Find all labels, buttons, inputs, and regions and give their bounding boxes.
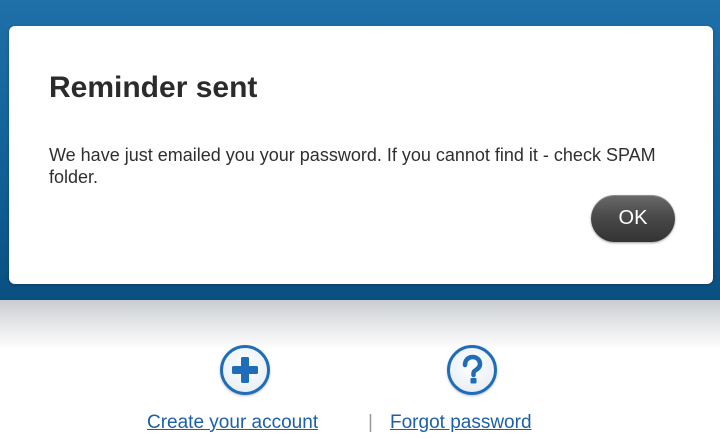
create-account-link[interactable]: Create your account — [147, 412, 318, 434]
link-separator: | — [368, 412, 373, 433]
forgot-password-link[interactable]: Forgot password — [390, 412, 532, 434]
dialog-title: Reminder sent — [49, 71, 258, 104]
plus-circle-icon[interactable] — [220, 345, 270, 395]
dialog-message: We have just emailed you your password. … — [49, 145, 656, 187]
question-circle-icon[interactable] — [447, 345, 497, 395]
page: Reminder sent We have just emailed you y… — [0, 0, 720, 439]
header-shadow — [0, 300, 720, 350]
plus-glyph — [232, 357, 258, 383]
question-glyph — [462, 354, 483, 384]
ok-button[interactable]: OK — [591, 195, 675, 242]
reminder-dialog: Reminder sent We have just emailed you y… — [9, 26, 713, 284]
